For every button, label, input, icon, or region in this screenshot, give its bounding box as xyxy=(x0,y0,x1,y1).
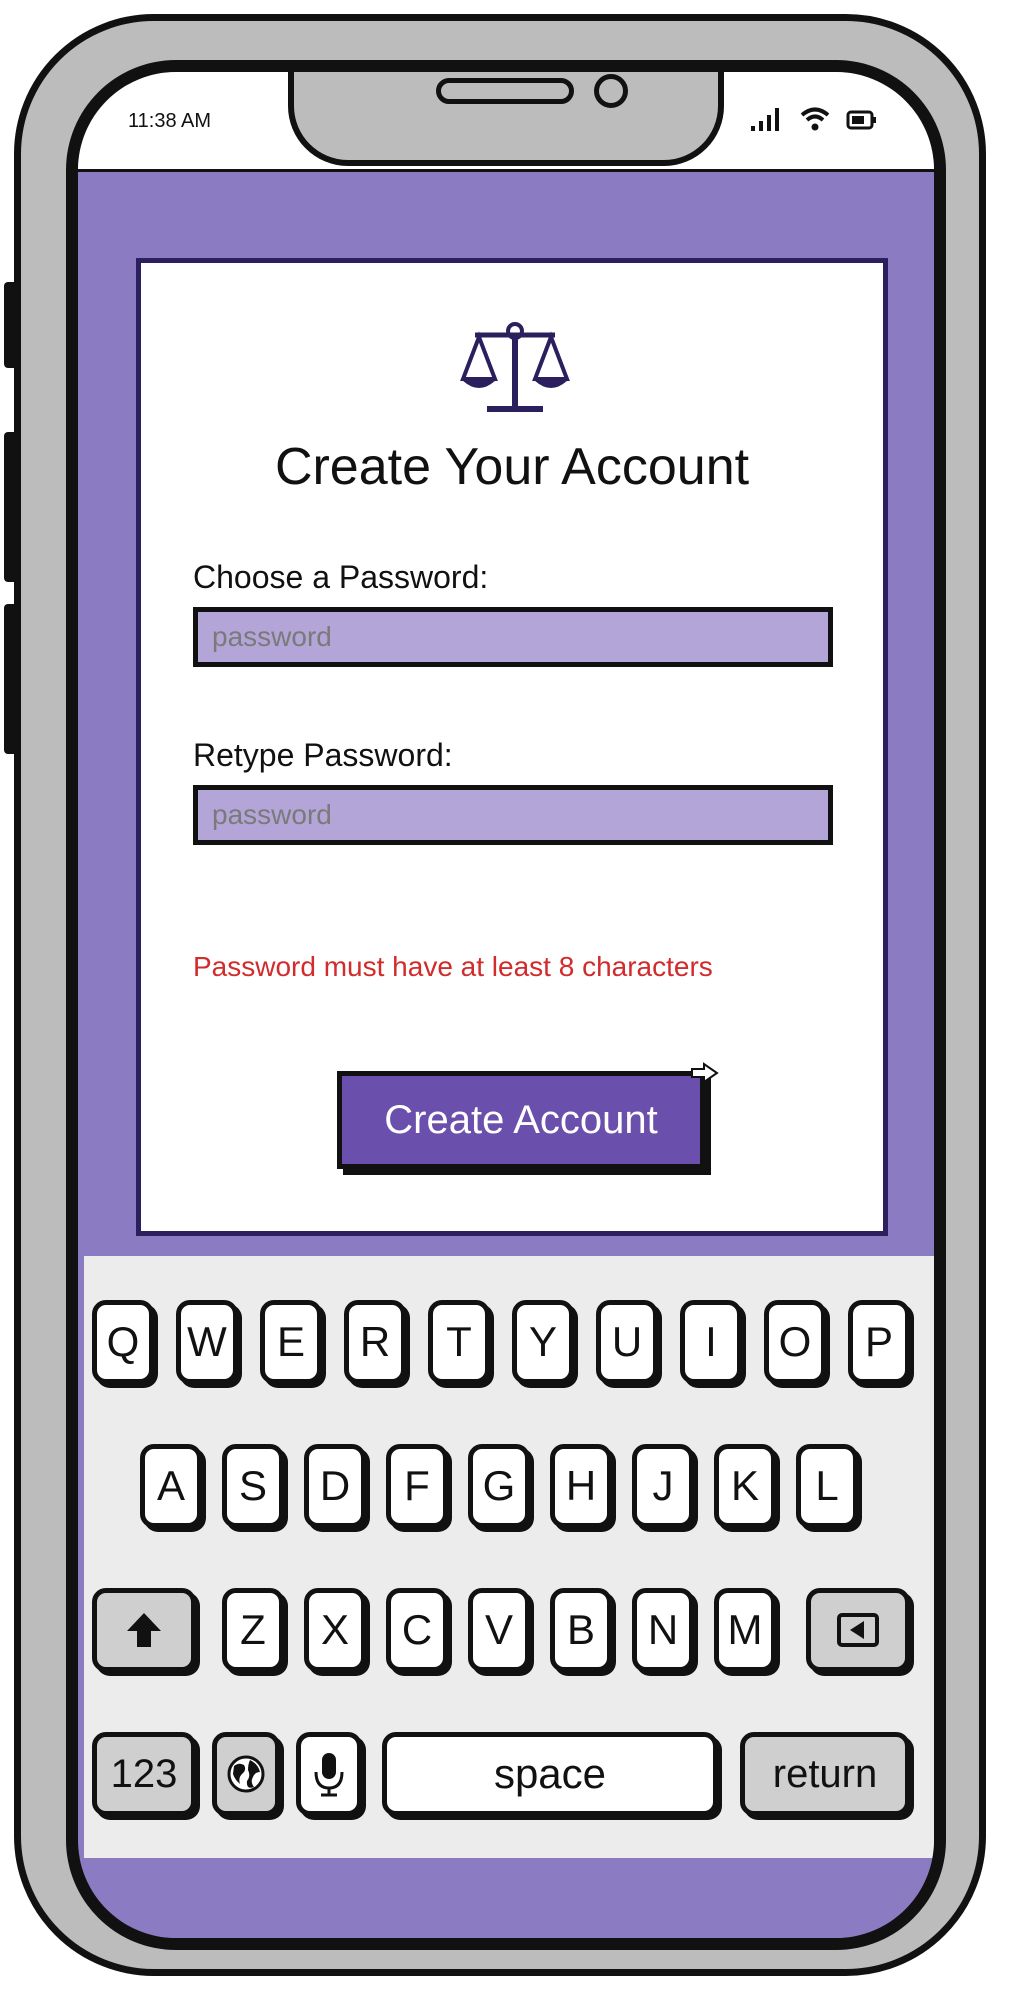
key-h[interactable]: H xyxy=(550,1444,612,1528)
password-label: Choose a Password: xyxy=(193,559,489,595)
key-l[interactable]: L xyxy=(796,1444,858,1528)
key-k[interactable]: K xyxy=(714,1444,776,1528)
volume-down-button xyxy=(4,604,18,754)
page-title: Create Your Account xyxy=(274,438,750,496)
password-error-message: Password must have at least 8 characters xyxy=(193,951,713,982)
shift-key[interactable] xyxy=(92,1588,196,1672)
key-m[interactable]: M xyxy=(714,1588,776,1672)
key-i[interactable]: I xyxy=(680,1300,742,1384)
account-card: Create Your Account Choose a Password: R… xyxy=(136,258,888,1236)
shift-arrow-icon xyxy=(127,1613,161,1647)
password-field[interactable] xyxy=(193,607,833,667)
return-key[interactable]: return xyxy=(740,1732,910,1816)
scales-icon xyxy=(460,322,570,412)
on-screen-keyboard: Q W E R T Y U I O P A S D F G H J K L Z … xyxy=(84,1256,934,1858)
battery-icon xyxy=(846,110,876,130)
key-p[interactable]: P xyxy=(848,1300,910,1384)
backspace-key[interactable] xyxy=(806,1588,910,1672)
retype-password-label: Retype Password: xyxy=(193,737,453,773)
notch xyxy=(288,72,724,166)
key-s[interactable]: S xyxy=(222,1444,284,1528)
status-bar: 11:38 AM xyxy=(78,72,934,172)
microphone-key[interactable] xyxy=(296,1732,362,1816)
backspace-icon xyxy=(837,1613,879,1647)
key-a[interactable]: A xyxy=(140,1444,202,1528)
key-q[interactable]: Q xyxy=(92,1300,154,1384)
speaker-grille xyxy=(436,78,574,104)
mute-switch xyxy=(4,282,18,368)
key-w[interactable]: W xyxy=(176,1300,238,1384)
key-y[interactable]: Y xyxy=(512,1300,574,1384)
key-z[interactable]: Z xyxy=(222,1588,284,1672)
screen: 11:38 AM Create Your Account Choose a Pa… xyxy=(78,72,934,1938)
numbers-key[interactable]: 123 xyxy=(92,1732,196,1816)
key-o[interactable]: O xyxy=(764,1300,826,1384)
front-camera xyxy=(594,74,628,108)
volume-up-button xyxy=(4,432,18,582)
signal-icon xyxy=(751,108,779,131)
key-f[interactable]: F xyxy=(386,1444,448,1528)
key-e[interactable]: E xyxy=(260,1300,322,1384)
key-j[interactable]: J xyxy=(632,1444,694,1528)
globe-key[interactable] xyxy=(212,1732,280,1816)
key-g[interactable]: G xyxy=(468,1444,530,1528)
key-n[interactable]: N xyxy=(632,1588,694,1672)
create-account-button[interactable]: Create Account xyxy=(337,1071,705,1169)
key-x[interactable]: X xyxy=(304,1588,366,1672)
status-time: 11:38 AM xyxy=(128,110,212,132)
pointer-cursor-icon xyxy=(691,1062,719,1084)
key-b[interactable]: B xyxy=(550,1588,612,1672)
key-r[interactable]: R xyxy=(344,1300,406,1384)
key-d[interactable]: D xyxy=(304,1444,366,1528)
key-c[interactable]: C xyxy=(386,1588,448,1672)
status-icons xyxy=(750,106,878,132)
wifi-icon xyxy=(800,107,830,131)
key-v[interactable]: V xyxy=(468,1588,530,1672)
key-u[interactable]: U xyxy=(596,1300,658,1384)
key-t[interactable]: T xyxy=(428,1300,490,1384)
home-indicator-area xyxy=(78,1858,934,1938)
space-key[interactable]: space xyxy=(382,1732,718,1816)
globe-icon xyxy=(227,1755,265,1793)
microphone-icon xyxy=(314,1753,344,1797)
retype-password-field[interactable] xyxy=(193,785,833,845)
